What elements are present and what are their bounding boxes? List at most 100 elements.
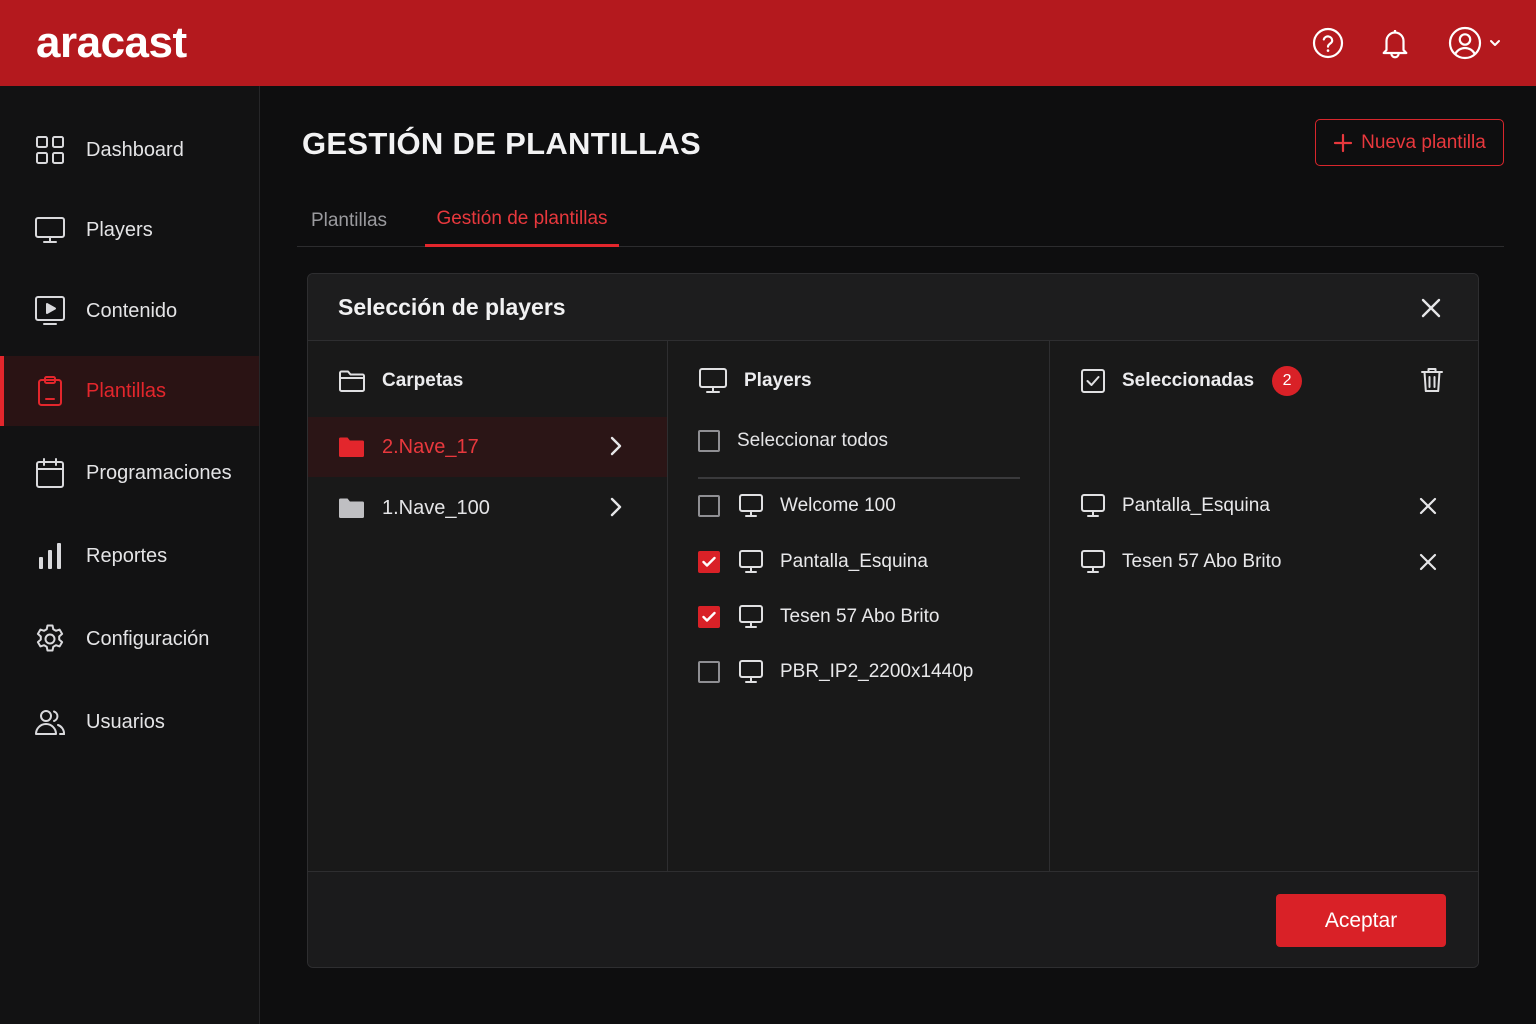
modal-title: Selección de players: [338, 293, 566, 320]
select-all-checkbox[interactable]: Seleccionar todos: [698, 421, 1020, 479]
modal-footer: Aceptar: [308, 871, 1478, 967]
notifications-button[interactable]: [1380, 27, 1410, 59]
chevron-right-icon: [605, 496, 627, 518]
new-template-button[interactable]: Nueva plantilla: [1315, 119, 1504, 166]
selected-label: Pantalla_Esquina: [1122, 495, 1270, 516]
sidebar-item-usuarios[interactable]: Usuarios: [0, 687, 259, 757]
folder-item[interactable]: 1.Nave_100: [308, 478, 667, 538]
check-icon: [702, 611, 716, 622]
checkbox[interactable]: [698, 495, 720, 517]
monitor-icon: [738, 549, 764, 575]
player-label: Welcome 100: [780, 495, 896, 516]
sidebar: Dashboard Players Contenido Plantillas P…: [0, 86, 260, 1024]
select-all-label: Seleccionar todos: [737, 430, 889, 451]
sidebar-item-players[interactable]: Players: [0, 195, 259, 265]
monitor-icon: [738, 659, 764, 685]
sidebar-item-label: Usuarios: [86, 710, 165, 733]
monitor-icon: [1080, 493, 1106, 519]
players-column: Players Seleccionar todos Welcome 100 Pa…: [668, 341, 1050, 871]
app-logo[interactable]: aracast: [36, 21, 187, 65]
close-icon: [1421, 298, 1441, 318]
remove-selected-button[interactable]: [1418, 496, 1438, 516]
folder-item[interactable]: 2.Nave_17: [308, 417, 667, 477]
sidebar-item-label: Reportes: [86, 544, 168, 567]
bell-icon: [1382, 30, 1408, 59]
close-icon: [1419, 497, 1437, 515]
selected-column: Seleccionadas 2 Pantalla_Esquina Tesen 5…: [1050, 341, 1478, 871]
folders-header-label: Carpetas: [382, 370, 464, 391]
tab-bar: Plantillas Gestión de plantillas: [297, 194, 1504, 247]
top-actions: [1312, 26, 1502, 60]
sidebar-item-label: Programaciones: [86, 461, 232, 484]
selected-header-label: Seleccionadas: [1122, 370, 1255, 391]
grid-icon: [34, 134, 66, 166]
sidebar-item-label: Configuración: [86, 627, 210, 650]
monitor-icon: [738, 493, 764, 519]
player-selection-modal: Selección de players Carpetas 2.Nave_17: [307, 273, 1479, 968]
sidebar-item-label: Contenido: [86, 299, 178, 322]
sidebar-item-label: Players: [86, 218, 153, 241]
accept-button[interactable]: Aceptar: [1276, 894, 1446, 947]
plus-icon: [1334, 133, 1353, 152]
checkbox-checked[interactable]: [698, 606, 720, 628]
users-icon: [34, 706, 66, 738]
player-label: Tesen 57 Abo Brito: [780, 606, 940, 627]
selected-count-badge: 2: [1272, 366, 1303, 396]
monitor-icon: [1080, 549, 1106, 575]
folder-label: 2.Nave_17: [382, 435, 479, 458]
players-header-label: Players: [744, 370, 812, 391]
chevron-down-icon: [1490, 40, 1500, 46]
tab-plantillas[interactable]: Plantillas: [297, 194, 401, 247]
play-square-icon: [34, 295, 66, 327]
tab-gestion-de-plantillas[interactable]: Gestión de plantillas: [425, 194, 619, 247]
modal-header: Selección de players: [308, 274, 1478, 341]
help-button[interactable]: [1312, 27, 1344, 59]
chevron-right-icon: [605, 435, 627, 457]
sidebar-item-reportes[interactable]: Reportes: [0, 521, 259, 591]
check-icon: [702, 556, 716, 567]
selected-header: Seleccionadas 2: [1080, 365, 1303, 397]
sidebar-item-label: Plantillas: [86, 379, 167, 402]
sidebar-item-contenido[interactable]: Contenido: [0, 276, 259, 346]
folder-label: 1.Nave_100: [382, 496, 490, 519]
folder-outline-icon: [338, 369, 366, 393]
trash-icon: [1421, 368, 1443, 392]
sidebar-item-dashboard[interactable]: Dashboard: [0, 115, 259, 185]
checkbox-checked[interactable]: [698, 551, 720, 573]
player-item[interactable]: Tesen 57 Abo Brito: [698, 597, 1028, 637]
monitor-icon: [34, 214, 66, 246]
checkbox[interactable]: [698, 661, 720, 683]
players-header: Players: [698, 365, 812, 397]
user-menu[interactable]: [1448, 26, 1502, 60]
top-bar: aracast: [0, 0, 1536, 86]
clear-selection-button[interactable]: [1420, 366, 1444, 394]
player-label: PBR_IP2_2200x1440p: [780, 661, 974, 682]
sidebar-item-configuracion[interactable]: Configuración: [0, 604, 259, 674]
close-button[interactable]: [1416, 293, 1446, 323]
checkbox[interactable]: [698, 430, 720, 452]
sidebar-item-programaciones[interactable]: Programaciones: [0, 438, 259, 508]
folder-icon: [338, 436, 365, 458]
user-circle-icon: [1448, 26, 1482, 60]
player-label: Pantalla_Esquina: [780, 551, 928, 572]
gear-icon: [34, 623, 66, 655]
calendar-icon: [34, 457, 66, 489]
folders-header: Carpetas: [338, 365, 463, 397]
close-icon: [1419, 553, 1437, 571]
new-template-label: Nueva plantilla: [1361, 131, 1486, 153]
selected-item: Tesen 57 Abo Brito: [1080, 542, 1450, 582]
sidebar-item-plantillas[interactable]: Plantillas: [0, 356, 259, 426]
checkbox-checked-icon: [1080, 368, 1106, 394]
help-circle-icon: [1312, 27, 1344, 59]
selected-label: Tesen 57 Abo Brito: [1122, 551, 1282, 572]
folders-column: Carpetas 2.Nave_17 1.Nave_100: [308, 341, 668, 871]
sidebar-item-label: Dashboard: [86, 138, 184, 161]
folder-icon: [338, 497, 365, 519]
player-item[interactable]: Welcome 100: [698, 486, 1028, 526]
player-item[interactable]: PBR_IP2_2200x1440p: [698, 652, 1028, 692]
monitor-icon: [738, 604, 764, 630]
selected-item: Pantalla_Esquina: [1080, 486, 1450, 526]
player-item[interactable]: Pantalla_Esquina: [698, 542, 1028, 582]
remove-selected-button[interactable]: [1418, 552, 1438, 572]
bar-chart-icon: [34, 540, 66, 572]
